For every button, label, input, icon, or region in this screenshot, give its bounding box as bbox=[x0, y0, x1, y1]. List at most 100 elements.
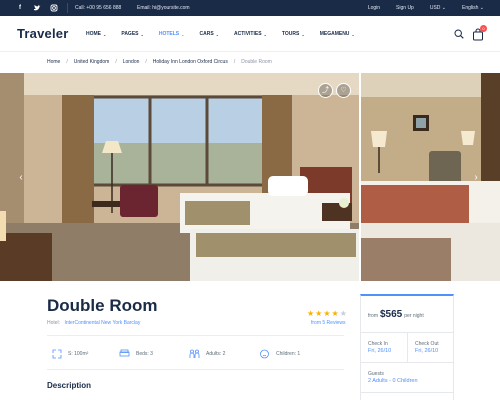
menu-item-label: HOME bbox=[86, 31, 101, 37]
fact-adults: Adults: 2 bbox=[189, 349, 225, 359]
adults-icon bbox=[189, 349, 200, 358]
chevron-down-icon: ⌄ bbox=[181, 31, 185, 37]
breadcrumb-separator: / bbox=[66, 59, 68, 65]
menu-item-megamenu[interactable]: MEGAMENU ⌄ bbox=[320, 31, 355, 37]
star-empty-icon: ★ bbox=[339, 309, 347, 318]
facebook-icon[interactable]: f bbox=[16, 4, 24, 12]
hotel-name-link[interactable]: InterContinental New York Barclay bbox=[64, 320, 140, 326]
breadcrumb-separator: / bbox=[233, 59, 236, 65]
language-select[interactable]: English ⌄ bbox=[462, 5, 484, 11]
description-heading: Description bbox=[47, 381, 92, 390]
booking-next-row bbox=[361, 392, 453, 400]
date-row: Check In Fri, 26/10 Check Out Fri, 26/10 bbox=[361, 332, 453, 362]
price-value: $565 bbox=[380, 309, 403, 320]
email-contact[interactable]: Email: hi@yoursite.com bbox=[137, 5, 190, 11]
star-filled-icon: ★ bbox=[323, 309, 331, 318]
chevron-down-icon: ⌄ bbox=[215, 31, 220, 37]
price-line: from $565 per night bbox=[368, 309, 424, 320]
share-button[interactable]: ⤴ bbox=[318, 83, 333, 98]
main-menu: HOME ⌄ PAGES ⌄ HOTELS ⌄ CARS ⌄ ACTIVITIES ⌄ TOURS ⌄… bbox=[86, 31, 370, 37]
menu-item-label: ACTIVITIES bbox=[234, 31, 262, 37]
check-out-label: Check Out bbox=[415, 341, 439, 347]
breadcrumb-link[interactable]: Home bbox=[47, 59, 60, 65]
login-link[interactable]: Login bbox=[368, 5, 380, 11]
chevron-down-icon: ⌄ bbox=[301, 31, 305, 37]
cart-button[interactable]: 0 bbox=[472, 25, 487, 41]
fact-children: Children: 1 bbox=[259, 349, 300, 359]
room-photo-main[interactable]: ⤴ ♡ ‹ bbox=[0, 73, 359, 281]
child-face-icon bbox=[260, 349, 269, 359]
currency-value: USD bbox=[429, 5, 441, 11]
expand-arrows-icon bbox=[52, 349, 62, 359]
breadcrumb-link[interactable]: United Kingdom bbox=[74, 59, 110, 65]
menu-item-label: TOURS bbox=[281, 31, 300, 37]
hotel-line: Hotel: InterContinental New York Barclay bbox=[47, 320, 140, 326]
menu-item-label: HOTELS bbox=[158, 31, 180, 37]
reviews-link[interactable]: from 5 Reviews bbox=[311, 320, 345, 326]
menu-item-hotels[interactable]: HOTELS ⌄ bbox=[159, 31, 185, 37]
chevron-down-icon: ⌄ bbox=[351, 31, 355, 37]
booking-widget: from $565 per night Check In Fri, 26/10 … bbox=[360, 294, 454, 400]
favorite-heart-button[interactable]: ♡ bbox=[336, 83, 351, 98]
check-in-value: Fri, 26/10 bbox=[368, 348, 392, 354]
fact-beds: Beds: 3 bbox=[119, 349, 153, 358]
breadcrumb-link[interactable]: Holiday Inn London Oxford Circus bbox=[153, 59, 228, 65]
gallery-next-arrow-icon[interactable]: › bbox=[471, 171, 481, 185]
breadcrumb-link[interactable]: London bbox=[123, 59, 140, 65]
menu-item-home[interactable]: HOME ⌄ bbox=[86, 31, 106, 37]
rating-stars: ★ ★ ★ ★ ★ bbox=[307, 309, 347, 318]
top-bar: f Call: +00 95 656 888 Email: hi@yoursit… bbox=[0, 0, 500, 16]
guests-field[interactable]: Guests 2 Adults - 0 Children bbox=[361, 363, 453, 392]
currency-select[interactable]: USD ⌄ bbox=[430, 5, 446, 11]
fact-adults-text: Adults: 2 bbox=[206, 351, 226, 357]
star-filled-icon: ★ bbox=[331, 309, 339, 318]
topbar-divider bbox=[67, 3, 68, 13]
room-photo-secondary[interactable]: › bbox=[361, 73, 500, 281]
menu-item-activities[interactable]: ACTIVITIES ⌄ bbox=[234, 31, 267, 37]
star-filled-icon: ★ bbox=[315, 309, 323, 318]
price-per-label: per night bbox=[404, 313, 424, 319]
check-in-label: Check In bbox=[368, 341, 388, 347]
chevron-down-icon: ⌄ bbox=[140, 31, 144, 37]
breadcrumb: Home / United Kingdom / London / Holiday Inn L… bbox=[47, 59, 272, 65]
menu-item-pages[interactable]: PAGES ⌄ bbox=[121, 31, 144, 37]
menu-item-cars[interactable]: CARS ⌄ bbox=[200, 31, 220, 37]
twitter-icon[interactable] bbox=[33, 4, 41, 12]
guests-label: Guests bbox=[368, 371, 384, 377]
star-filled-icon: ★ bbox=[307, 309, 315, 318]
chevron-down-icon: ⌄ bbox=[263, 31, 267, 37]
menu-item-label: CARS bbox=[199, 31, 214, 37]
fact-size: S: 100m² bbox=[52, 349, 88, 359]
account-links: Login Sign Up USD ⌄ English ⌄ bbox=[368, 5, 484, 11]
breadcrumb-current: Double Room bbox=[241, 59, 272, 65]
gallery-prev-arrow-icon[interactable]: ‹ bbox=[16, 171, 26, 185]
menu-item-tours[interactable]: TOURS ⌄ bbox=[282, 31, 305, 37]
instagram-icon[interactable] bbox=[50, 4, 58, 12]
language-value: English bbox=[462, 5, 479, 11]
room-gallery: ⤴ ♡ ‹ › bbox=[0, 73, 500, 281]
chevron-down-icon: ⌄ bbox=[441, 5, 446, 11]
check-in-field[interactable]: Check In Fri, 26/10 bbox=[361, 333, 407, 362]
social-links: f bbox=[16, 4, 58, 12]
menu-item-label: MEGAMENU bbox=[319, 31, 350, 37]
room-facts: S: 100m² Beds: 3 Adults: 2 Children: 1 bbox=[47, 335, 344, 370]
price-from-label: from bbox=[368, 313, 378, 319]
site-logo[interactable]: Traveler bbox=[17, 26, 68, 41]
main-navbar: Traveler HOME ⌄ PAGES ⌄ HOTELS ⌄ CARS ⌄ ACTIVITI… bbox=[0, 16, 500, 52]
guests-value: 2 Adults - 0 Children bbox=[368, 378, 418, 384]
menu-item-label: PAGES bbox=[121, 31, 139, 37]
search-icon[interactable] bbox=[454, 29, 464, 39]
fact-size-text: S: 100m² bbox=[68, 351, 89, 357]
phone-contact: Call: +00 95 656 888 bbox=[75, 5, 122, 11]
chevron-down-icon: ⌄ bbox=[103, 31, 107, 37]
room-title: Double Room bbox=[47, 296, 158, 315]
cart-count-badge: 0 bbox=[480, 25, 487, 32]
hotel-label: Hotel: bbox=[47, 320, 61, 326]
signup-link[interactable]: Sign Up bbox=[396, 5, 414, 11]
fact-children-text: Children: 1 bbox=[276, 351, 301, 357]
check-out-field[interactable]: Check Out Fri, 26/10 bbox=[408, 333, 453, 362]
breadcrumb-separator: / bbox=[145, 59, 147, 65]
fact-beds-text: Beds: 3 bbox=[136, 350, 153, 357]
bed-icon bbox=[119, 349, 130, 357]
breadcrumb-separator: / bbox=[115, 59, 117, 65]
